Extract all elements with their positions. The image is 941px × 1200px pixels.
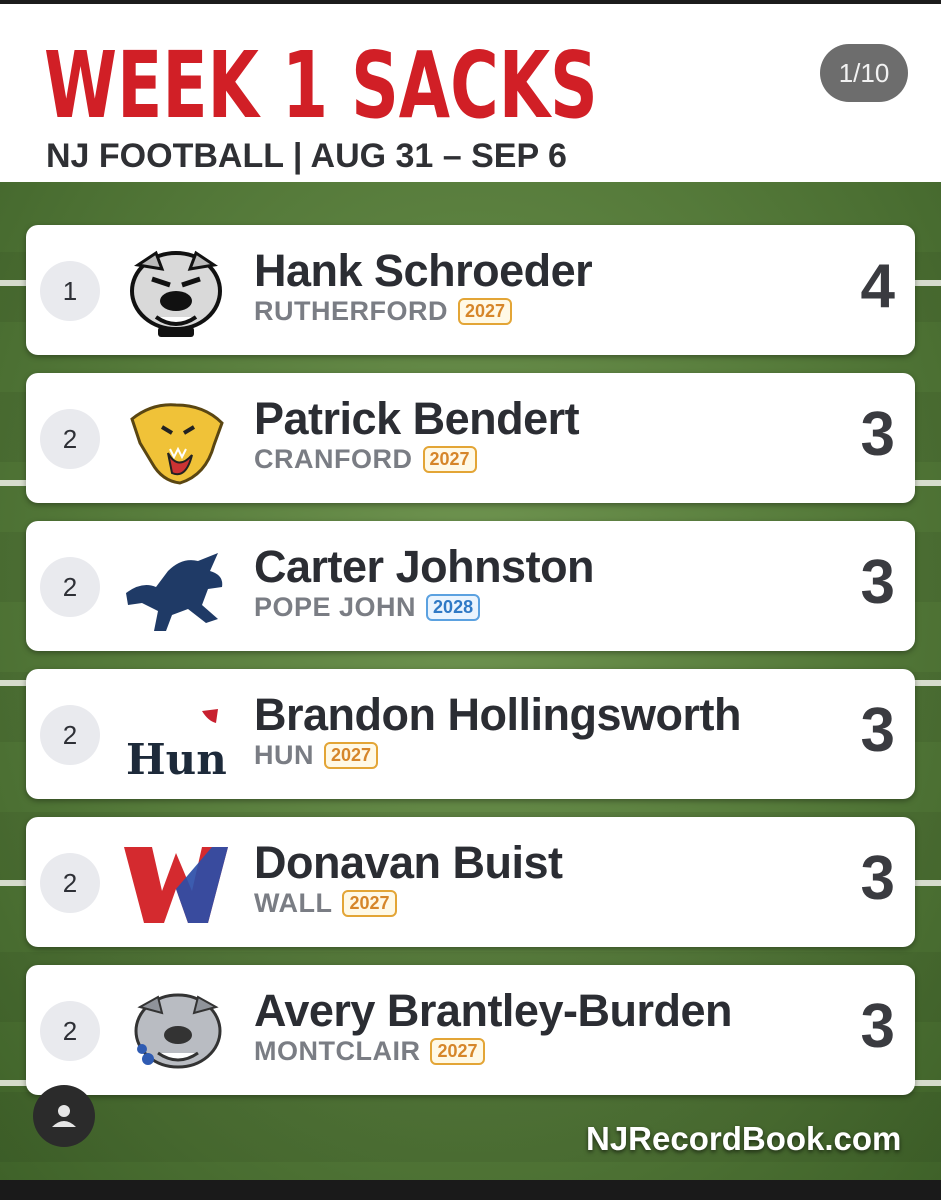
sack-count: 3 [860,696,895,765]
school-name: POPE JOHN [254,592,417,622]
school-info: MONTCLAIR 2027 [254,1036,485,1067]
svg-text:Hun: Hun [126,735,227,784]
rank-badge: 1 [40,261,100,321]
profile-button[interactable] [33,1085,95,1147]
school-name: HUN [254,740,314,770]
player-name: Hank Schroeder [254,245,593,296]
sack-count: 4 [860,252,895,321]
rank-badge: 2 [40,1001,100,1061]
page-subtitle: NJ FOOTBALL | AUG 31 – SEP 6 [46,137,567,175]
leaderboard-row[interactable]: 2 Avery Brantley-Burden MONTCLAIR 2027 3 [26,965,915,1095]
instagram-post: WEEK 1 SACKS NJ FOOTBALL | AUG 31 – SEP … [0,0,941,1200]
rank-badge: 2 [40,557,100,617]
player-name: Carter Johnston [254,541,595,592]
slide-counter: 1/10 [820,44,908,102]
leaderboard-row[interactable]: 2 Hun Brandon Hollingsworth HUN 2027 3 [26,669,915,799]
class-year-badge: 2027 [430,1038,485,1065]
player-name: Patrick Bendert [254,393,580,444]
leaderboard-row[interactable]: 2 Patrick Bendert CRANFORD 2027 3 [26,373,915,503]
school-info: CRANFORD 2027 [254,444,477,475]
class-year-badge: 2027 [324,742,379,769]
sack-count: 3 [860,548,895,617]
school-info: HUN 2027 [254,740,379,771]
sack-count: 3 [860,844,895,913]
bulldog-logo [122,235,230,343]
class-year-badge: 2027 [458,298,513,325]
w-logo [122,827,230,935]
leaderboard-row[interactable]: 2 Donavan Buist WALL 2027 3 [26,817,915,947]
site-watermark: NJRecordBook.com [586,1120,902,1157]
sack-count: 3 [860,400,895,469]
player-name: Donavan Buist [254,837,563,888]
school-name: MONTCLAIR [254,1036,421,1066]
rank-badge: 2 [40,409,100,469]
rank-badge: 2 [40,705,100,765]
rank-badge: 2 [40,853,100,913]
header: WEEK 1 SACKS NJ FOOTBALL | AUG 31 – SEP … [0,4,941,182]
class-year-badge: 2027 [342,890,397,917]
school-info: WALL 2027 [254,888,397,919]
school-info: RUTHERFORD 2027 [254,296,513,327]
player-name: Avery Brantley-Burden [254,985,732,1036]
school-name: CRANFORD [254,444,413,474]
page-title: WEEK 1 SACKS [44,32,598,139]
cougar-logo [122,383,230,491]
lion-logo [122,531,230,639]
leaderboard-row[interactable]: 1 Hank Schroeder RUTHERFORD 2027 4 [26,225,915,355]
sack-count: 3 [860,992,895,1061]
bulldog-logo [122,975,230,1083]
player-name: Brandon Hollingsworth [254,689,741,740]
school-name: WALL [254,888,333,918]
school-name: RUTHERFORD [254,296,448,326]
school-info: POPE JOHN 2028 [254,592,481,623]
class-year-badge: 2028 [426,594,481,621]
class-year-badge: 2027 [422,446,477,473]
person-icon [52,1105,76,1127]
hun-logo: Hun [122,679,230,787]
bottom-bar [0,1180,941,1200]
leaderboard-row[interactable]: 2 Carter Johnston POPE JOHN 2028 3 [26,521,915,651]
